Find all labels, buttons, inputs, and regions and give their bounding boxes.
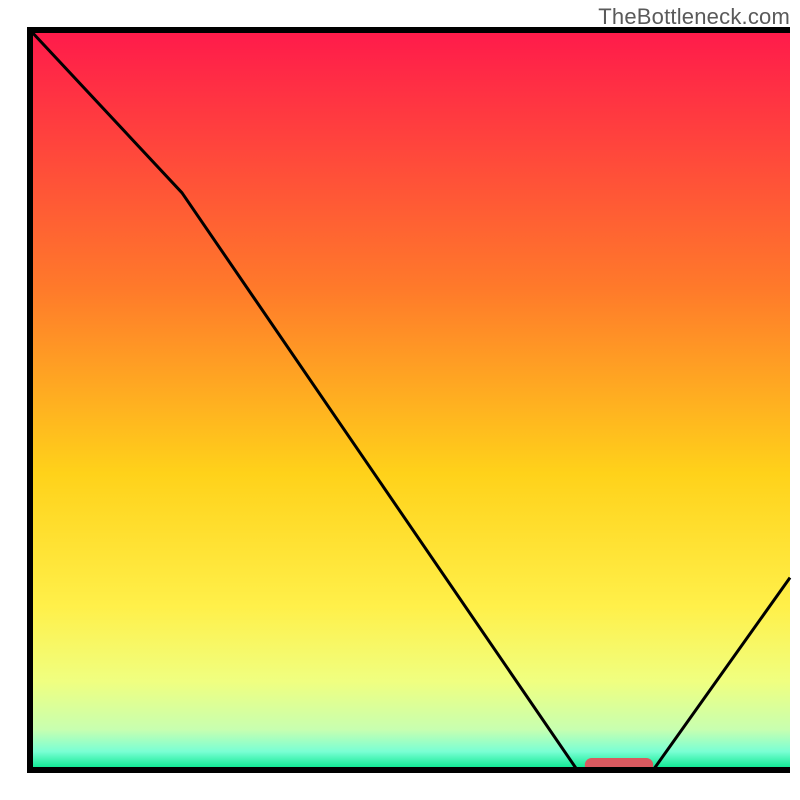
bottleneck-chart [0, 0, 800, 800]
watermark-text: TheBottleneck.com [598, 4, 790, 30]
gradient-background [30, 30, 790, 770]
chart-container: TheBottleneck.com [0, 0, 800, 800]
